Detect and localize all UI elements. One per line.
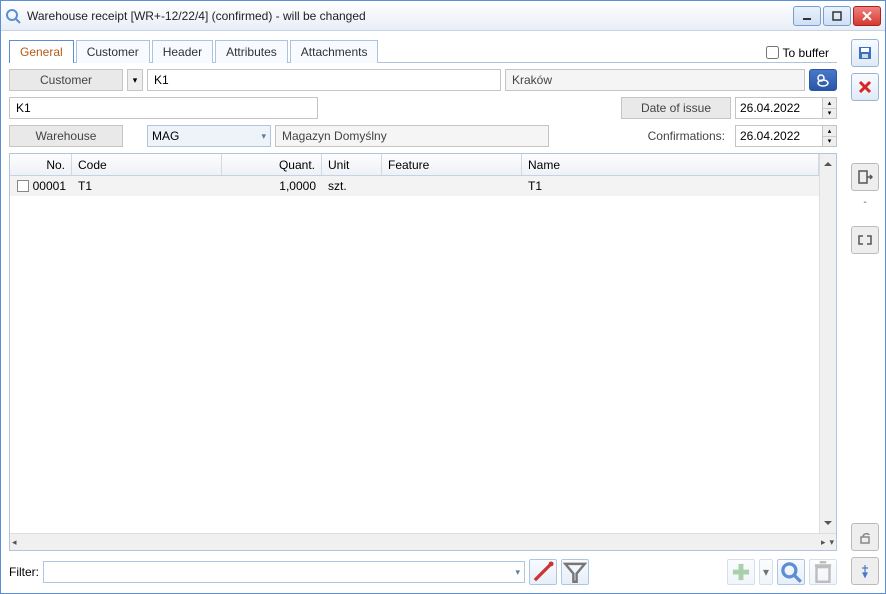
filter-funnel-button[interactable] bbox=[561, 559, 589, 585]
app-icon bbox=[5, 8, 21, 24]
filter-label: Filter: bbox=[9, 565, 39, 579]
table-body[interactable]: 00001 T1 1,0000 szt. T1 bbox=[10, 176, 819, 533]
export-button[interactable] bbox=[851, 163, 879, 191]
filter-wand-button[interactable] bbox=[529, 559, 557, 585]
cell-unit: szt. bbox=[322, 176, 382, 196]
warehouse-name-field: Magazyn Domyślny bbox=[275, 125, 549, 147]
add-item-dropdown[interactable]: ▾ bbox=[759, 559, 773, 585]
titlebar: Warehouse receipt [WR+-12/22/4] (confirm… bbox=[1, 1, 885, 31]
cell-name: T1 bbox=[522, 176, 819, 196]
export-minus-icon: - bbox=[863, 197, 866, 208]
row-checkbox[interactable] bbox=[17, 180, 29, 192]
customer-name-input[interactable]: K1 bbox=[9, 97, 318, 119]
customer-code-input[interactable]: K1 bbox=[147, 69, 501, 91]
tab-general[interactable]: General bbox=[9, 40, 74, 63]
customer-dropdown-button[interactable]: ▾ bbox=[127, 69, 143, 91]
cell-code: T1 bbox=[72, 176, 222, 196]
side-toolbar: - bbox=[845, 31, 885, 593]
warehouse-label-button[interactable]: Warehouse bbox=[9, 125, 123, 147]
cell-no: 00001 bbox=[33, 179, 66, 193]
tab-customer[interactable]: Customer bbox=[76, 40, 150, 63]
tabstrip: General Customer Header Attributes Attac… bbox=[9, 39, 837, 63]
customer-label-button[interactable]: Customer bbox=[9, 69, 123, 91]
col-code[interactable]: Code bbox=[72, 154, 222, 175]
tab-header[interactable]: Header bbox=[152, 40, 213, 63]
confirmation-date-input[interactable]: 26.04.2022 ▴▾ bbox=[735, 125, 837, 147]
expand-button[interactable] bbox=[851, 226, 879, 254]
cell-quant: 1,0000 bbox=[222, 176, 322, 196]
window-frame: Warehouse receipt [WR+-12/22/4] (confirm… bbox=[0, 0, 886, 594]
to-buffer-checkbox[interactable]: To buffer bbox=[762, 43, 837, 62]
tab-attributes[interactable]: Attributes bbox=[215, 40, 288, 63]
filter-combo[interactable]: ▾ bbox=[43, 561, 525, 583]
minimize-button[interactable] bbox=[793, 6, 821, 26]
confirmation-date-value: 26.04.2022 bbox=[740, 129, 800, 143]
cell-feature bbox=[382, 176, 522, 196]
items-table: No. Code Quant. Unit Feature Name 0 bbox=[9, 153, 837, 551]
customer-lookup-button[interactable] bbox=[809, 69, 837, 91]
warehouse-code-value: MAG bbox=[152, 129, 179, 143]
pin-button[interactable] bbox=[851, 557, 879, 585]
col-quant[interactable]: Quant. bbox=[222, 154, 322, 175]
add-item-button[interactable] bbox=[727, 559, 755, 585]
confirmations-label: Confirmations: bbox=[621, 129, 731, 143]
warehouse-code-combo[interactable]: MAG ▾ bbox=[147, 125, 271, 147]
horizontal-scrollbar[interactable]: ◂▸▾ bbox=[10, 533, 836, 550]
customer-city-field: Kraków bbox=[505, 69, 805, 91]
to-buffer-label: To buffer bbox=[783, 46, 829, 60]
date-of-issue-value: 26.04.2022 bbox=[740, 101, 800, 115]
save-button[interactable] bbox=[851, 39, 879, 67]
col-unit[interactable]: Unit bbox=[322, 154, 382, 175]
close-window-button[interactable] bbox=[853, 6, 881, 26]
date-of-issue-input[interactable]: 26.04.2022 ▴▾ bbox=[735, 97, 837, 119]
table-header-row: No. Code Quant. Unit Feature Name bbox=[10, 154, 819, 176]
table-row[interactable]: 00001 T1 1,0000 szt. T1 bbox=[10, 176, 819, 196]
date-of-issue-label: Date of issue bbox=[621, 97, 731, 119]
cancel-button[interactable] bbox=[851, 73, 879, 101]
search-item-button[interactable] bbox=[777, 559, 805, 585]
col-name[interactable]: Name bbox=[522, 154, 819, 175]
col-feature[interactable]: Feature bbox=[382, 154, 522, 175]
vertical-scrollbar[interactable] bbox=[819, 154, 836, 533]
maximize-button[interactable] bbox=[823, 6, 851, 26]
unlock-button[interactable] bbox=[851, 523, 879, 551]
window-title: Warehouse receipt [WR+-12/22/4] (confirm… bbox=[27, 9, 793, 23]
col-no[interactable]: No. bbox=[10, 154, 72, 175]
tab-attachments[interactable]: Attachments bbox=[290, 40, 379, 63]
delete-item-button[interactable] bbox=[809, 559, 837, 585]
